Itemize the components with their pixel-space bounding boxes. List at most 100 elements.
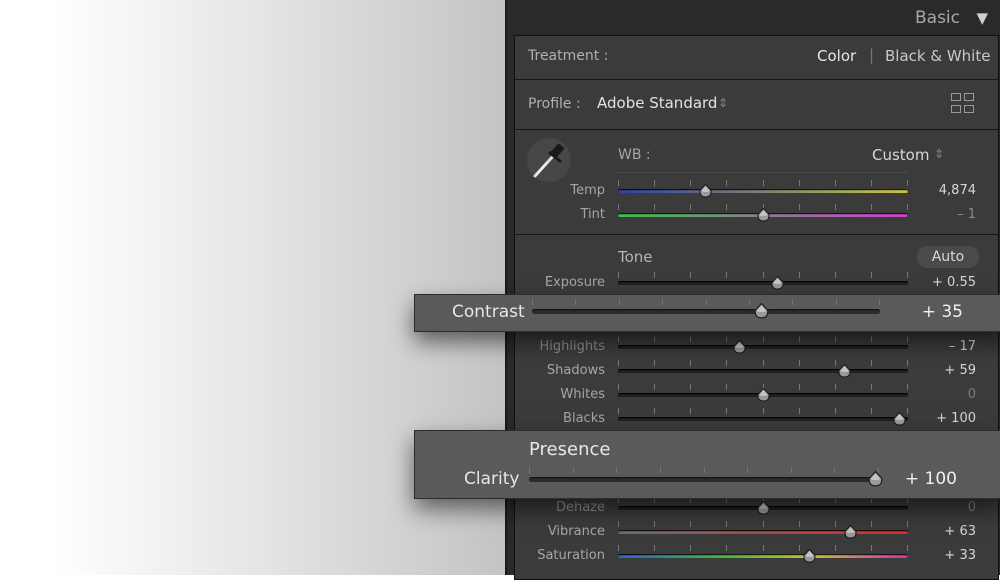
profile-stepper-icon[interactable]: ⇕ [718,96,728,110]
panel-title: Basic [914,8,960,28]
vibrance-slider-track[interactable] [618,530,908,534]
slider-tick [763,545,764,551]
slider-tick [573,467,574,473]
slider-tick [654,384,655,390]
slider-ticks [618,180,908,186]
slider-tick [690,336,691,342]
slider-tick [690,384,691,390]
slider-tick [834,467,835,473]
dehaze-slider-thumb[interactable] [757,501,770,515]
highlights-value[interactable]: – 17 [916,339,976,354]
slider-tick [907,204,908,210]
clarity-value[interactable]: + 100 [887,469,957,489]
exposure-value[interactable]: + 0.55 [916,275,976,290]
contrast-value[interactable]: + 35 [893,302,963,322]
highlights-label: Highlights [539,339,605,354]
slider-tick [907,545,908,551]
collapse-triangle-icon[interactable]: ▼ [976,9,988,27]
wb-stepper-icon[interactable]: ⇕ [934,147,944,161]
whites-slider-thumb[interactable] [757,388,770,402]
shadows-slider-thumb[interactable] [838,364,851,378]
clarity-slider-track[interactable] [529,477,879,482]
slider-tick [654,272,655,278]
clarity-slider-thumb[interactable] [868,471,883,487]
highlights-slider-thumb[interactable] [733,340,746,354]
slider-tick [799,180,800,186]
slider-tick [871,384,872,390]
saturation-slider-thumb[interactable] [803,549,816,563]
slider-tick [871,545,872,551]
slider-tick [907,521,908,527]
slider-tick [654,360,655,366]
exposure-label: Exposure [544,275,605,290]
dehaze-value[interactable]: 0 [916,500,976,515]
tint-slider-thumb[interactable] [757,208,770,222]
blacks-slider-thumb[interactable] [893,412,906,426]
dehaze-label: Dehaze [555,500,605,515]
slider-tick [747,467,748,473]
slider-tick [662,299,663,305]
eyedropper-icon[interactable] [527,138,571,182]
slider-tick [618,521,619,527]
exposure-slider-track[interactable] [618,281,908,285]
slider-tick [690,521,691,527]
slider-tick [799,408,800,414]
saturation-value[interactable]: + 33 [916,548,976,563]
exposure-slider-thumb[interactable] [771,276,784,290]
slider-tick [835,384,836,390]
highlights-slider-track[interactable] [618,345,908,349]
slider-ticks [529,467,879,473]
slider-tick [799,360,800,366]
slider-tick [835,521,836,527]
tone-heading: Tone [618,248,653,266]
temp-label: Temp [570,183,605,198]
saturation-slider-track[interactable] [618,554,908,558]
slider-tick [654,545,655,551]
shadows-value[interactable]: + 59 [916,363,976,378]
vibrance-slider-thumb[interactable] [844,525,857,539]
slider-tick [690,204,691,210]
contrast-slider-thumb[interactable] [754,303,769,319]
slider-tick [871,408,872,414]
slider-ticks [618,545,908,551]
treatment-bw-button[interactable]: Black & White [885,47,990,65]
slider-tick [835,408,836,414]
presence-heading: Presence [529,439,611,460]
slider-tick [763,521,764,527]
slider-tick [529,467,530,473]
contrast-slider-track[interactable] [532,309,880,314]
whites-value[interactable]: 0 [916,387,976,402]
blacks-value[interactable]: + 100 [916,411,976,426]
profile-browser-grid-icon[interactable] [951,93,977,115]
temp-slider-track[interactable] [618,189,908,193]
basic-panel-header[interactable]: Basic ▼ [507,0,1000,36]
tone-auto-button[interactable]: Auto [917,246,979,268]
wb-underline [617,172,909,173]
slider-tick [726,272,727,278]
slider-ticks [618,408,908,414]
shadows-slider-track[interactable] [618,369,908,373]
slider-tick [618,180,619,186]
temp-slider-thumb[interactable] [699,184,712,198]
treatment-color-button[interactable]: Color [817,47,856,65]
slider-tick [871,180,872,186]
slider-tick [871,521,872,527]
tint-value[interactable]: – 1 [916,207,976,222]
wb-dropdown[interactable]: Custom [872,146,929,164]
slider-tick [726,521,727,527]
slider-tick [726,545,727,551]
slider-tick [835,545,836,551]
slider-tick [654,204,655,210]
slider-tick [791,467,792,473]
shadows-label: Shadows [546,363,605,378]
saturation-label: Saturation [537,548,605,563]
slider-tick [871,360,872,366]
blacks-slider-track[interactable] [618,417,908,421]
slider-tick [618,360,619,366]
temp-value[interactable]: 4,874 [916,183,976,198]
slider-tick [763,180,764,186]
profile-dropdown[interactable]: Adobe Standard [597,94,717,112]
slider-tick [799,336,800,342]
slider-tick [532,299,533,305]
vibrance-value[interactable]: + 63 [916,524,976,539]
